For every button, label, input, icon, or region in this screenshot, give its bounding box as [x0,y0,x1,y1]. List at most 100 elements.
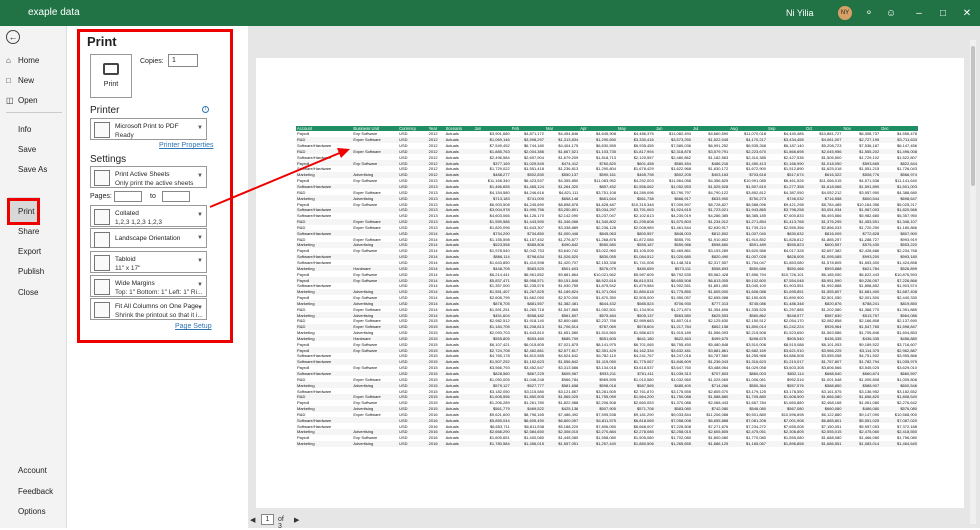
pages-from-input[interactable] [114,191,142,202]
data-table: Account Business Unit Currency Year Scenario… [296,126,918,447]
pages-to-input[interactable] [162,191,190,202]
table-cell: Marketing [296,440,353,447]
margins-description: Top: 1" Bottom: 1" Left: 1" Ri... [115,289,203,296]
table-cell: Advertising [352,440,399,447]
table-cell: 2016 [427,440,445,447]
nav-item-feedback[interactable]: Feedback [18,487,53,496]
nav-item-save-as[interactable]: Save As [18,165,47,174]
nav-item-options[interactable]: Options [18,507,46,516]
orientation-label: Landscape Orientation [115,235,181,242]
pages-to-label: to [150,193,156,200]
nav-divider [6,112,62,113]
print-what-dropdown[interactable]: Print Active Sheets Only print the activ… [90,166,207,188]
preview-scrollbar[interactable] [970,40,976,524]
nav-item-save[interactable]: Save [18,145,36,154]
orientation-dropdown[interactable]: Landscape Orientation ▼ [90,228,207,248]
printer-status: Ready [115,132,134,139]
margins-icon [94,279,110,295]
nav-item-publish[interactable]: Publish [18,267,44,276]
landscape-icon [94,232,110,248]
scaling-icon [94,302,110,318]
table-cell: $1,557,051 [544,440,580,447]
copies-spinner[interactable]: 1 [168,54,198,67]
table-cell: $1,686,551 [804,440,843,447]
feedback-icon[interactable]: ☺ [884,6,898,20]
title-bar: exaple data Ni Yilia NY ⚬ ☺ – □ ✕ [0,0,980,26]
table-cell: $1,083,014 [842,440,881,447]
collation-description: 1,2,3 1,2,3 1,2,3 [115,219,162,226]
nav-item-home[interactable]: Home [18,56,39,65]
nav-item-account[interactable]: Account [18,466,47,475]
nav-item-info[interactable]: Info [18,125,31,134]
new-icon: □ [6,76,11,85]
margins-label: Wide Margins [115,280,155,287]
chevron-down-icon: ▼ [197,258,203,264]
nav-item-new[interactable]: New [18,76,34,85]
paper-icon [94,255,110,271]
maximize-icon[interactable]: □ [936,6,950,20]
printer-device-icon [94,122,110,138]
table-body: Payroll Exp Software USD 2012 Actuals $3,901,… [296,131,918,447]
table-cell: $1,257,440 [579,440,617,447]
home-icon: ⌂ [6,56,11,65]
lightbulb-icon[interactable]: ⚬ [862,6,876,20]
print-what-label: Print Active Sheets [115,171,170,178]
print-what-description: Only print the active sheets [115,180,194,187]
info-icon[interactable]: i [202,106,209,113]
printer-heading: Printer [90,105,120,116]
pages-label: Pages: [90,193,112,200]
printer-icon [103,63,119,75]
next-page-icon[interactable]: ▶ [294,516,299,524]
chevron-down-icon: ▼ [197,305,203,311]
scaling-description: Shrink the printout so that it i... [115,312,203,319]
close-icon[interactable]: ✕ [960,6,974,20]
preview-page: Account Business Unit Currency Year Scenario… [256,58,964,508]
nav-item-close[interactable]: Close [18,288,38,297]
printer-dropdown[interactable]: Microsoft Print to PDF Ready ▼ [90,118,207,140]
print-nav-highlight [7,198,40,225]
chevron-down-icon: ▼ [197,173,203,179]
avatar[interactable]: NY [838,6,852,20]
minimize-icon[interactable]: – [912,6,926,20]
table-cell: $1,265,655 [654,440,692,447]
scaling-dropdown[interactable]: Fit All Columns on One Page Shrink the p… [90,298,207,320]
backstage-nav: ← ⌂ Home □ New ◫ Open Info Save Save As … [0,26,67,528]
table-cell: $1,896,858 [767,440,805,447]
page-setup-link[interactable]: Page Setup [175,323,212,330]
table-row: Marketing Advertising USD 2016 Actuals $1,780… [296,440,918,447]
printer-properties-link[interactable]: Printer Properties [159,142,213,149]
chevron-down-icon: ▼ [197,212,203,218]
current-page-input[interactable]: 1 [261,514,274,525]
collate-icon [94,209,110,225]
nav-item-share[interactable]: Share [18,227,39,236]
chevron-down-icon: ▼ [197,125,203,131]
table-cell: $1,165,067 [729,440,767,447]
scaling-label: Fit All Columns on One Page [115,303,199,310]
back-arrow-icon[interactable]: ← [6,30,20,44]
printer-name: Microsoft Print to PDF [115,123,179,130]
print-preview-area: Account Business Unit Currency Year Scenario… [248,26,980,528]
table-cell: $1,880,506 [617,440,655,447]
nav-item-export[interactable]: Export [18,247,41,256]
print-button-label: Print [103,81,119,88]
page-navigator: ◀ 1 of 3 ▶ [250,514,299,530]
paper-size-dropdown[interactable]: Tabloid 11" x 17" ▼ [90,251,207,273]
nav-item-open[interactable]: Open [18,96,38,105]
table-cell: $1,456,015 [510,440,545,447]
sheet-icon [94,170,110,186]
open-folder-icon: ◫ [6,96,14,105]
user-name[interactable]: Ni Yilia [786,8,814,18]
paper-size-description: 11" x 17" [115,265,141,272]
copies-label: Copies: [140,58,164,65]
print-settings-panel: Print Print Copies: 1 Printer i Microsof… [78,30,233,342]
print-button[interactable]: Print [90,54,132,98]
table-cell: Actuals [444,440,474,447]
margins-dropdown[interactable]: Wide Margins Top: 1" Bottom: 1" Left: 1"… [90,275,207,297]
collation-dropdown[interactable]: Collated 1,2,3 1,2,3 1,2,3 ▼ [90,205,207,227]
window-title: exaple data [28,7,80,18]
scrollbar-thumb[interactable] [971,46,975,186]
table-cell: USD [398,440,428,447]
prev-page-icon[interactable]: ◀ [250,517,255,524]
chevron-down-icon: ▼ [197,235,203,241]
table-cell: $1,780,584 [473,440,511,447]
